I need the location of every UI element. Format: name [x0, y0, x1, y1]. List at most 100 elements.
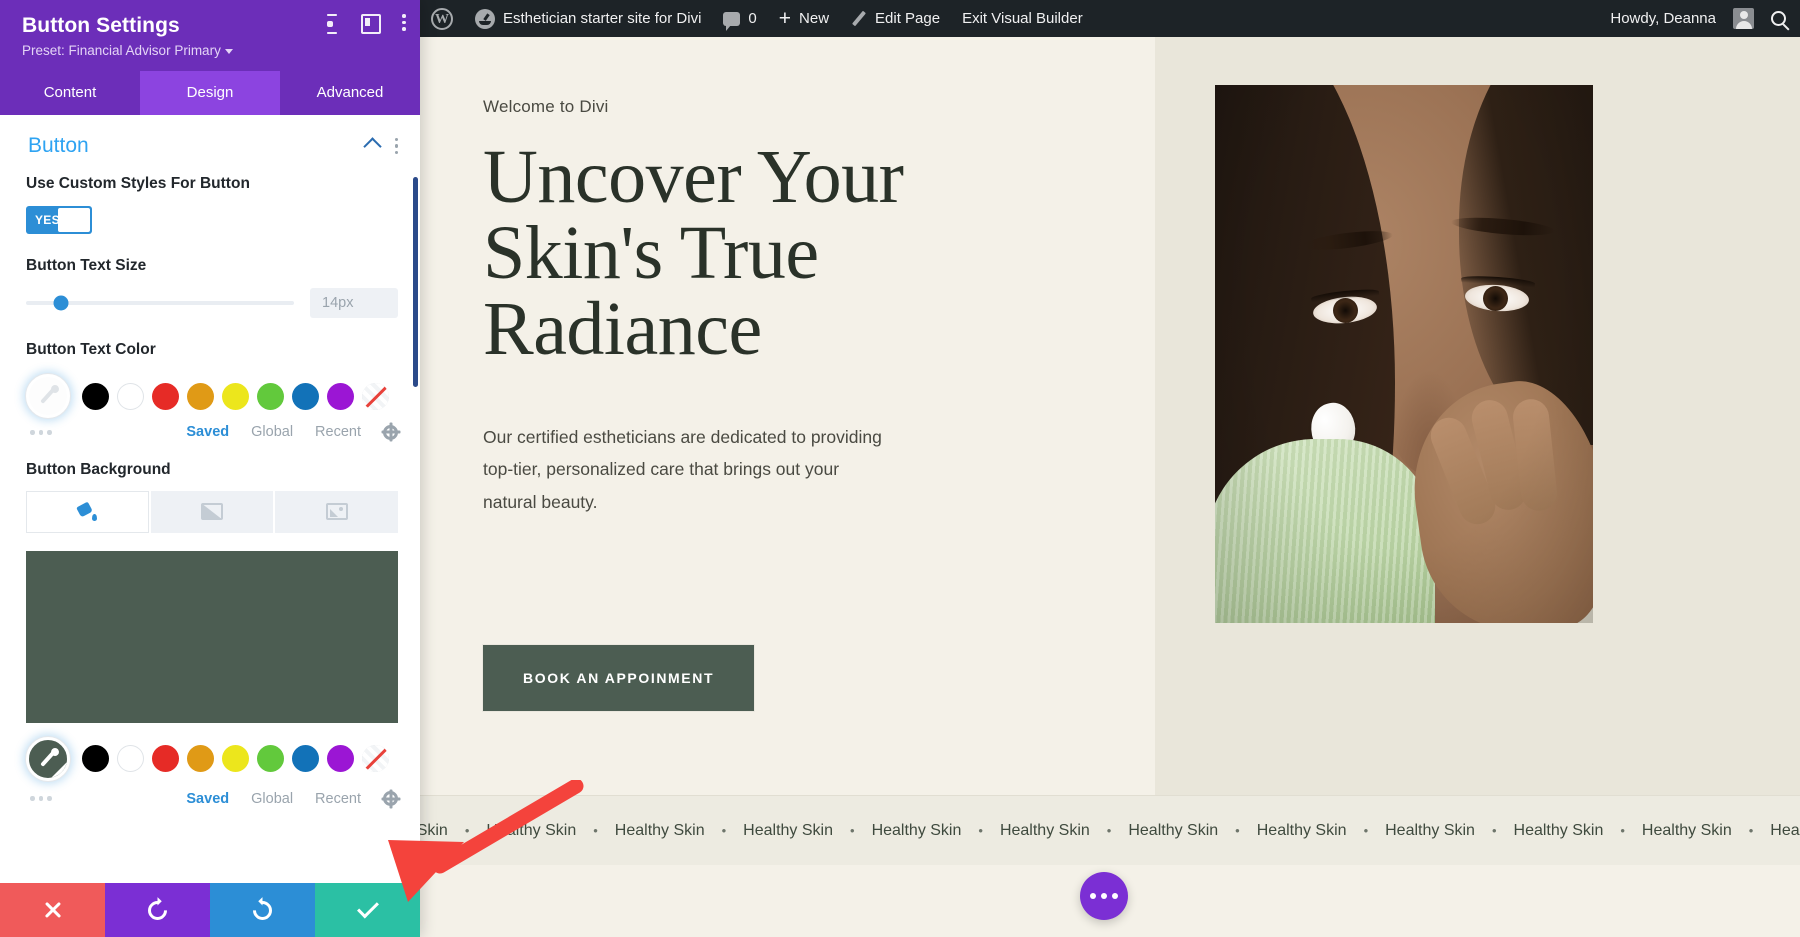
panel-body: Button Use Custom Styles For Button YES … [0, 115, 420, 937]
text-color-global-link[interactable]: Global [251, 424, 293, 440]
swatch-color[interactable] [117, 745, 144, 772]
wordpress-logo-button[interactable]: W [420, 0, 464, 37]
hero-section: Welcome to Divi Uncover Your Skin's True… [420, 37, 1800, 795]
swatch-color[interactable] [82, 383, 109, 410]
background-gradient-tab[interactable] [151, 491, 274, 533]
site-name-button[interactable]: Esthetician starter site for Divi [464, 0, 712, 37]
swatch-transparent[interactable] [362, 383, 389, 410]
search-icon[interactable] [1771, 11, 1786, 26]
kebab-menu-icon[interactable] [395, 138, 399, 155]
field-use-custom-styles: Use Custom Styles For Button YES [0, 166, 420, 234]
edit-page-label: Edit Page [875, 10, 940, 27]
swatch-color[interactable] [292, 745, 319, 772]
swatch-color[interactable] [257, 745, 284, 772]
redo-button[interactable] [210, 883, 315, 937]
swatch-color[interactable] [222, 745, 249, 772]
panel-scroll-content: Button Use Custom Styles For Button YES … [0, 115, 420, 817]
field-label-text-size: Button Text Size [26, 256, 266, 276]
howdy-label: Howdy, Deanna [1610, 10, 1716, 27]
more-dots-icon [1090, 893, 1096, 899]
swatch-color[interactable] [117, 383, 144, 410]
swatch-color[interactable] [187, 745, 214, 772]
text-size-slider[interactable] [26, 301, 294, 305]
field-button-text-color: Button Text Color [0, 318, 420, 418]
text-color-recent-link[interactable]: Recent [315, 424, 361, 440]
swatch-color[interactable] [327, 745, 354, 772]
ticker-item: Healthy Skin [1514, 822, 1604, 840]
text-color-saved-link[interactable]: Saved [186, 424, 229, 440]
more-dots-icon [1112, 893, 1118, 899]
background-saved-link[interactable]: Saved [186, 791, 229, 807]
eyedropper-icon [38, 386, 58, 406]
button-section-header: Button [0, 115, 420, 166]
tab-design[interactable]: Design [140, 71, 280, 115]
page-canvas: Welcome to Divi Uncover Your Skin's True… [420, 37, 1800, 937]
background-global-link[interactable]: Global [251, 791, 293, 807]
background-image-tab[interactable] [275, 491, 398, 533]
swatch-color[interactable] [187, 383, 214, 410]
ticker-item: Healthy Skin [1385, 822, 1475, 840]
text-color-swatch-row [26, 364, 398, 418]
text-size-input[interactable]: 14px [310, 288, 398, 318]
custom-styles-toggle[interactable]: YES [26, 206, 92, 234]
swatch-color[interactable] [152, 745, 179, 772]
panel-header-icons [320, 14, 406, 34]
ticker-separator: • [1475, 823, 1514, 838]
ticker-separator: • [1218, 823, 1257, 838]
chevron-up-icon[interactable] [363, 137, 381, 155]
cancel-button[interactable] [0, 883, 105, 937]
edit-page-button[interactable]: Edit Page [840, 0, 951, 37]
hero-photo [1215, 85, 1593, 623]
panel-preset-selector[interactable]: Preset: Financial Advisor Primary [22, 43, 402, 71]
background-swatch-row [26, 723, 398, 781]
more-dots-icon[interactable] [30, 796, 52, 801]
gear-icon[interactable] [383, 791, 398, 806]
background-current-swatch[interactable] [26, 737, 70, 781]
book-appointment-button[interactable]: BOOK AN APPOINMENT [483, 645, 754, 711]
background-links-row: Saved Global Recent [0, 781, 420, 807]
hero-title: Uncover Your Skin's True Radiance [483, 139, 953, 367]
swatch-color[interactable] [152, 383, 179, 410]
slider-handle[interactable] [53, 296, 68, 311]
focus-target-icon[interactable] [320, 14, 340, 34]
more-dots-icon[interactable] [30, 430, 52, 435]
swatch-color[interactable] [292, 383, 319, 410]
comments-button[interactable]: 0 [712, 0, 767, 37]
tab-content[interactable]: Content [0, 71, 140, 115]
field-label-background: Button Background [26, 460, 266, 480]
ticker-item: Healthy Skin [1128, 822, 1218, 840]
swatch-color[interactable] [82, 745, 109, 772]
divi-floating-menu-button[interactable] [1080, 872, 1128, 920]
my-account-button[interactable]: Howdy, Deanna [1599, 0, 1765, 37]
tab-advanced[interactable]: Advanced [280, 71, 420, 115]
ticker-item: Healthy Skin [486, 822, 576, 840]
background-color-tab[interactable] [26, 491, 149, 533]
swatch-corner-marker [51, 762, 67, 778]
new-label: New [799, 10, 829, 27]
exit-visual-builder-button[interactable]: Exit Visual Builder [951, 0, 1094, 37]
background-recent-link[interactable]: Recent [315, 791, 361, 807]
swatch-color[interactable] [327, 383, 354, 410]
comment-bubble-icon [723, 12, 740, 26]
text-color-current-swatch[interactable] [26, 374, 70, 418]
panel-scrollbar[interactable] [413, 177, 418, 387]
dashboard-icon [475, 9, 495, 29]
new-content-button[interactable]: + New [768, 0, 840, 37]
hero-image-column [1155, 37, 1800, 795]
text-size-slider-row: 14px [26, 288, 398, 318]
swatch-color[interactable] [222, 383, 249, 410]
ticker-item: Healthy Skin [1257, 822, 1347, 840]
panel-tabs: Content Design Advanced [0, 71, 420, 115]
save-button[interactable] [315, 883, 420, 937]
ticker-separator: • [1603, 823, 1642, 838]
ticker-item: Healthy Skin [1770, 822, 1800, 840]
swatch-transparent[interactable] [362, 745, 389, 772]
gear-icon[interactable] [383, 425, 398, 440]
background-color-preview[interactable] [26, 551, 398, 723]
kebab-menu-icon[interactable] [402, 14, 406, 34]
layout-panel-icon[interactable] [361, 14, 381, 34]
undo-button[interactable] [105, 883, 210, 937]
ticker-item: Healthy Skin [1642, 822, 1732, 840]
swatch-color[interactable] [257, 383, 284, 410]
close-x-icon [44, 902, 61, 919]
